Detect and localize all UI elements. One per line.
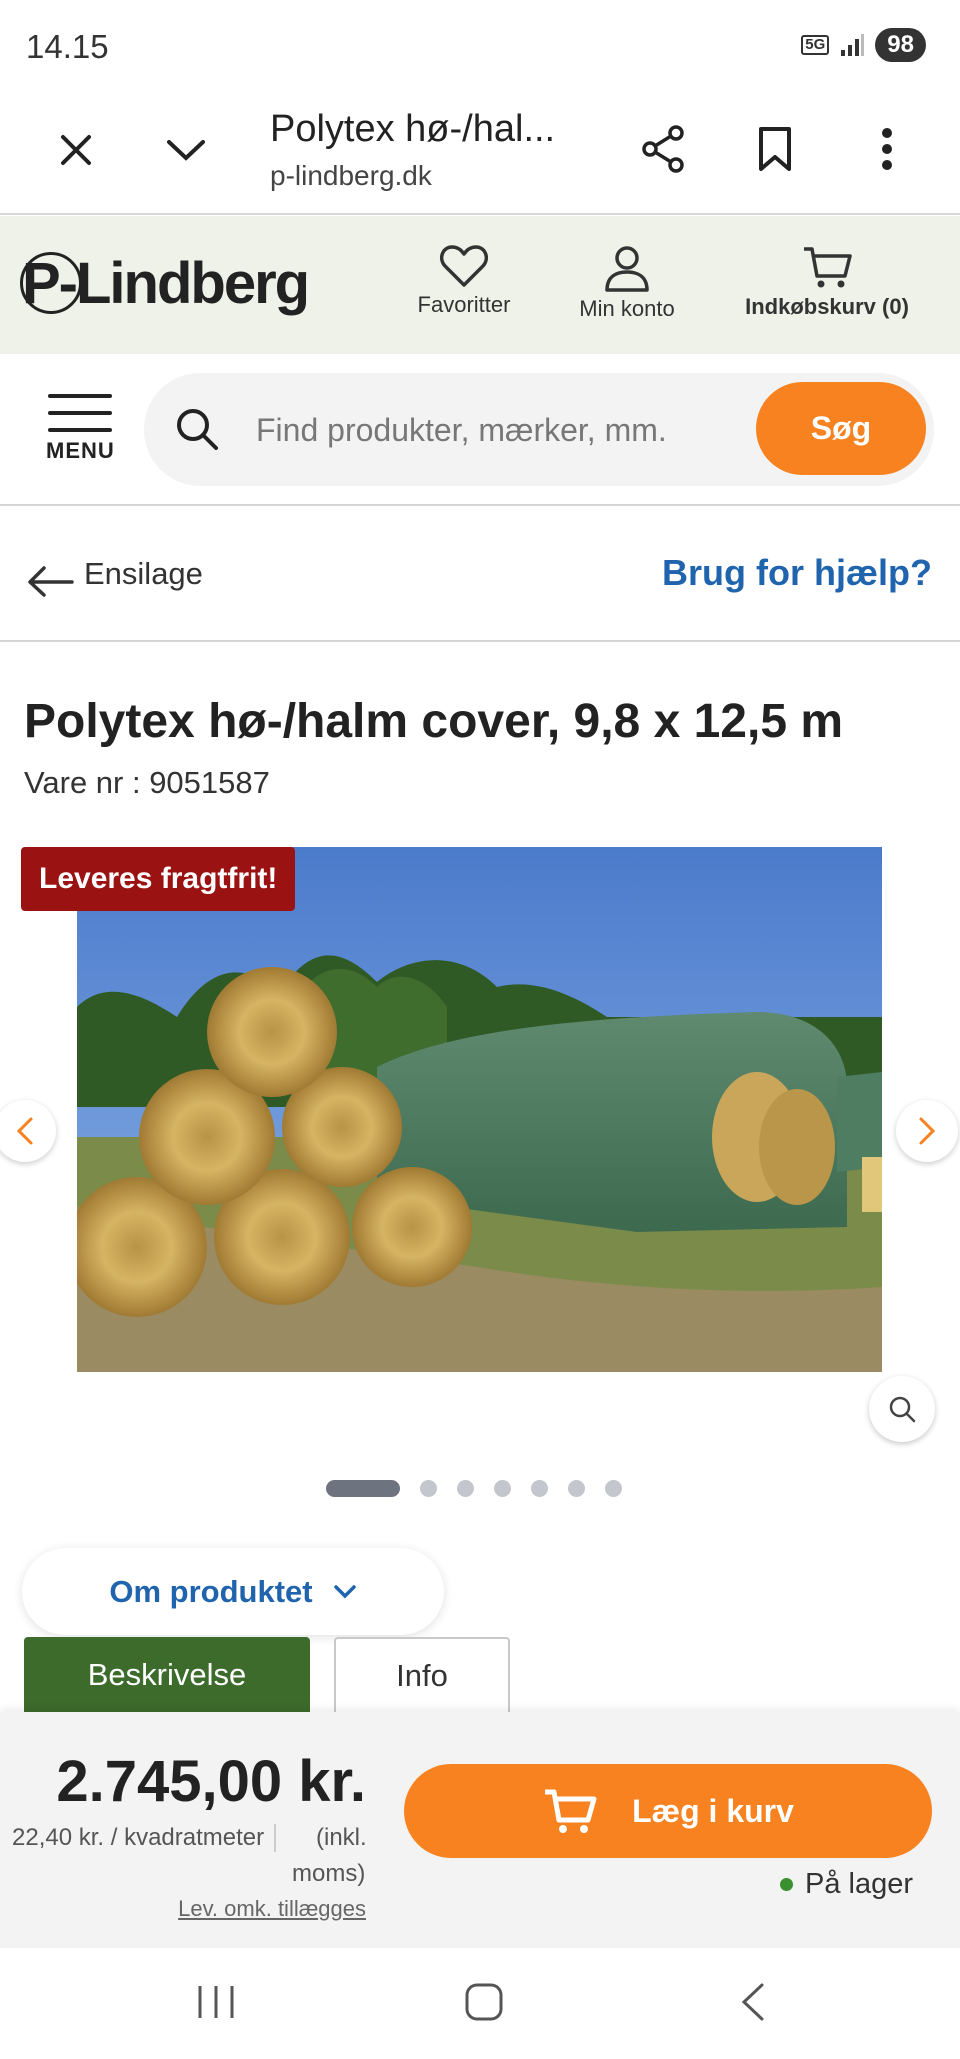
pagination-dot-5[interactable] [531, 1480, 548, 1497]
back-arrow-icon[interactable] [26, 562, 74, 603]
bookmark-button[interactable] [742, 116, 808, 182]
next-image-button[interactable] [896, 1100, 958, 1162]
account-link[interactable]: Min konto [564, 244, 690, 322]
search-input[interactable] [256, 406, 716, 454]
pagination-dot-2[interactable] [420, 1480, 437, 1497]
pagination-dot-4[interactable] [494, 1480, 511, 1497]
minimize-tab-button[interactable] [154, 118, 218, 182]
cart-icon [804, 247, 852, 288]
menu-label[interactable]: MENU [46, 438, 115, 464]
favorites-label: Favoritter [417, 292, 511, 317]
browser-url[interactable]: p-lindberg.dk [270, 160, 432, 192]
chevron-right-icon [919, 1117, 936, 1145]
free-shipping-badge: Leveres fragtfrit! [21, 847, 296, 911]
logo-ring [20, 252, 82, 314]
recent-apps-button[interactable] [196, 1984, 236, 2025]
shipping-cost-link[interactable]: Lev. omk. tillægges [178, 1896, 366, 1922]
status-time: 14.15 [26, 28, 109, 65]
stock-label: På lager [805, 1868, 914, 1900]
pagination-dot-6[interactable] [568, 1480, 585, 1497]
account-label: Min konto [579, 296, 675, 321]
vat-note-line1: (inkl. [316, 1824, 367, 1851]
cart-link[interactable]: Indkøbskurv (0) [732, 244, 922, 320]
magnifier-icon [889, 1396, 916, 1423]
network-icon: 5G [801, 35, 830, 55]
add-to-cart-button[interactable]: Læg i kurv [404, 1764, 932, 1858]
hamburger-icon [48, 394, 112, 432]
pagination-dot-1[interactable] [326, 1480, 400, 1497]
about-product-label: Om produktet [109, 1573, 313, 1609]
previous-image-button[interactable] [0, 1100, 56, 1162]
search-icon [174, 406, 220, 457]
divider [0, 504, 960, 506]
chevron-down-icon [167, 140, 205, 161]
stock-status: På lager [780, 1868, 913, 1901]
image-pagination [326, 1480, 622, 1497]
chevron-down-icon [333, 1584, 356, 1598]
share-button[interactable] [630, 116, 696, 182]
tab-description[interactable]: Beskrivelse [24, 1637, 310, 1712]
back-button[interactable] [738, 1982, 766, 2027]
vat-note-line2: moms) [292, 1860, 366, 1887]
share-icon [642, 125, 684, 173]
browser-page-title: Polytex hø-/hal... [270, 108, 556, 150]
more-options-button[interactable] [854, 116, 920, 182]
back-link-label[interactable]: Ensilage [84, 556, 203, 592]
pagination-dot-3[interactable] [457, 1480, 474, 1497]
status-icons: 5G 98 [801, 28, 926, 62]
chevron-left-icon [16, 1117, 33, 1145]
menu-button[interactable] [44, 388, 116, 438]
stock-dot-icon [780, 1878, 793, 1891]
home-button[interactable] [464, 1982, 504, 2027]
battery-indicator: 98 [875, 28, 926, 62]
product-item-number: Vare nr : 9051587 [24, 765, 270, 800]
site-logo[interactable]: P-Lindberg [20, 250, 310, 317]
signal-icon [841, 34, 865, 56]
close-tab-button[interactable] [44, 118, 108, 182]
more-vertical-icon [882, 128, 892, 170]
add-to-cart-label: Læg i kurv [632, 1792, 794, 1829]
heart-icon [440, 245, 488, 287]
product-price: 2.745,00 kr. [56, 1749, 366, 1814]
product-image[interactable] [77, 847, 882, 1372]
back-icon [741, 1983, 764, 2021]
bookmark-icon [759, 127, 791, 171]
user-icon [605, 246, 649, 292]
product-title: Polytex hø-/halm cover, 9,8 x 12,5 m [24, 695, 844, 748]
cart-label: Indkøbskurv (0) [745, 294, 909, 319]
divider [0, 640, 960, 642]
zoom-button[interactable] [869, 1376, 935, 1442]
help-link[interactable]: Brug for hjælp? [662, 552, 932, 594]
recent-apps-icon [198, 1986, 234, 2018]
pagination-dot-7[interactable] [605, 1480, 622, 1497]
about-product-dropdown[interactable]: Om produktet [22, 1548, 444, 1635]
cart-icon [545, 1789, 597, 1833]
unit-price: 22,40 kr. / kvadratmeter [12, 1824, 277, 1852]
favorites-link[interactable]: Favoritter [404, 244, 524, 318]
close-icon [61, 135, 91, 165]
search-button[interactable]: Søg [756, 382, 926, 475]
home-icon [465, 1983, 503, 2021]
tab-info[interactable]: Info [334, 1637, 510, 1712]
